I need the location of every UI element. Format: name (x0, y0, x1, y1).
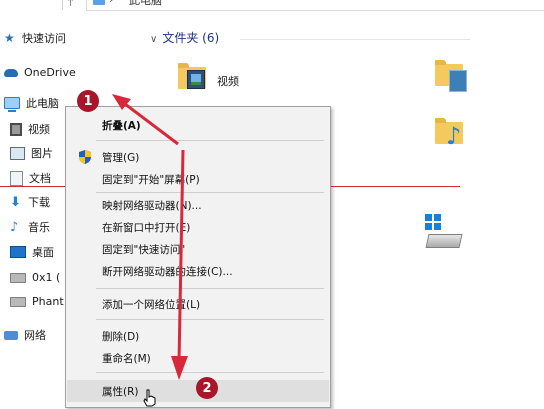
video-icon (10, 122, 22, 136)
nav-item-label: 视频 (28, 123, 50, 136)
menu-separator (96, 192, 324, 193)
nav-item-label: 桌面 (32, 246, 54, 259)
shield-icon (79, 150, 91, 164)
nav-item-downloads[interactable]: ⬇ 下载 (10, 193, 50, 211)
nav-item-this-pc[interactable]: 此电脑 (4, 94, 59, 112)
chevron-down-icon: ∨ (150, 34, 158, 45)
music-note-icon: ♪ (446, 122, 462, 150)
menu-item-pin-quick-access[interactable]: 固定到"快速访问" (67, 239, 329, 259)
menu-item-map-network-drive[interactable]: 映射网络驱动器(N)... (67, 195, 329, 215)
menu-item-open-new-window[interactable]: 在新窗口中打开(E) (67, 217, 329, 237)
menu-item-disconnect-network-drive[interactable]: 断开网络驱动器的连接(C)... (67, 261, 329, 281)
nav-item-label: OneDrive (24, 65, 76, 79)
windows-logo-pane (434, 223, 441, 230)
group-header-label: 文件夹 (6) (162, 31, 220, 45)
windows-logo-pane (434, 214, 441, 221)
menu-item-rename[interactable]: 重命名(M) (67, 348, 329, 368)
windows-logo-pane (425, 214, 432, 221)
nav-item-label: 下载 (28, 196, 50, 209)
up-arrow-icon[interactable]: ↑ (66, 0, 75, 9)
drive-icon (10, 297, 26, 307)
group-divider (240, 39, 470, 40)
music-icon: ♪ (10, 219, 19, 235)
picture-thumbnail-icon (449, 70, 467, 92)
folder-label: 视频 (217, 75, 239, 88)
windows-drive-icon[interactable] (425, 214, 463, 248)
download-icon: ⬇ (10, 194, 21, 210)
nav-item-label: 此电脑 (26, 97, 59, 110)
drive-icon (10, 273, 26, 283)
menu-item-label: 管理(G) (102, 151, 140, 164)
address-field[interactable]: › 此电脑 (86, 0, 544, 11)
nav-item-music[interactable]: ♪ 音乐 (10, 218, 50, 236)
group-header-folders[interactable]: ∨ 文件夹 (6) (150, 29, 219, 46)
address-bar: ↑ › 此电脑 (0, 0, 544, 14)
nav-item-label: 快速访问 (22, 32, 66, 45)
menu-item-label: 添加一个网络位置(L) (102, 298, 201, 311)
step-badge-1: 1 (77, 90, 99, 112)
network-icon (4, 330, 18, 340)
nav-item-network[interactable]: 网络 (4, 326, 46, 344)
nav-item-label: 文档 (29, 172, 51, 185)
menu-item-label: 重命名(M) (102, 352, 151, 365)
breadcrumb-separator[interactable]: › (109, 0, 113, 6)
menu-separator (96, 372, 324, 373)
menu-item-manage[interactable]: 管理(G) (67, 147, 329, 167)
nav-item-label: 0x1 ( (32, 270, 61, 284)
menu-item-delete[interactable]: 删除(D) (67, 326, 329, 346)
menu-item-label: 映射网络驱动器(N)... (102, 199, 202, 212)
nav-item-pictures[interactable]: 图片 (10, 144, 53, 162)
nav-item-videos[interactable]: 视频 (10, 120, 50, 138)
folder-icon (178, 63, 206, 89)
cloud-icon (4, 69, 18, 77)
breadcrumb-this-pc[interactable]: 此电脑 (129, 0, 162, 8)
menu-item-collapse[interactable]: 折叠(A) (67, 115, 329, 135)
menu-item-label: 固定到"快速访问" (102, 243, 186, 256)
documents-icon (10, 170, 23, 186)
menu-item-label: 固定到"开始"屏幕(P) (102, 173, 200, 186)
nav-item-label: 网络 (24, 329, 46, 342)
menu-item-label: 删除(D) (102, 330, 140, 343)
pictures-icon (10, 146, 25, 160)
star-icon: ★ (4, 31, 15, 45)
computer-icon (93, 0, 105, 5)
nav-item-desktop[interactable]: 桌面 (10, 243, 54, 261)
film-icon (187, 70, 205, 89)
menu-item-add-network-location[interactable]: 添加一个网络位置(L) (67, 294, 329, 314)
hard-drive-icon (425, 234, 463, 248)
menu-separator (96, 288, 324, 289)
context-menu: 折叠(A) 管理(G) 固定到"开始"屏幕(P) 映射网络驱动器(N)... 在… (65, 106, 331, 408)
step-badge-2: 2 (196, 377, 218, 399)
hand-cursor-icon (143, 389, 156, 407)
nav-item-label: 音乐 (28, 221, 50, 234)
nav-item-drive-phant[interactable]: Phant (10, 292, 64, 310)
menu-item-label: 断开网络驱动器的连接(C)... (102, 265, 233, 278)
windows-logo-pane (425, 223, 432, 230)
desktop-icon (10, 246, 26, 258)
menu-separator (96, 140, 324, 141)
menu-separator (96, 319, 324, 320)
nav-item-documents[interactable]: 文档 (10, 169, 51, 187)
nav-item-label: Phant (32, 294, 64, 308)
toolbar-divider (62, 0, 63, 10)
menu-item-label: 在新窗口中打开(E) (102, 221, 191, 234)
menu-item-pin-to-start[interactable]: 固定到"开始"屏幕(P) (67, 169, 329, 189)
nav-item-drive-0x1[interactable]: 0x1 ( (10, 268, 60, 286)
nav-item-quick-access[interactable]: ★ 快速访问 (4, 29, 66, 47)
nav-item-label: 图片 (31, 147, 53, 160)
nav-item-onedrive[interactable]: OneDrive (4, 63, 76, 81)
menu-item-label: 折叠(A) (102, 119, 141, 132)
menu-item-label: 属性(R) (102, 385, 139, 398)
computer-icon (4, 97, 20, 112)
